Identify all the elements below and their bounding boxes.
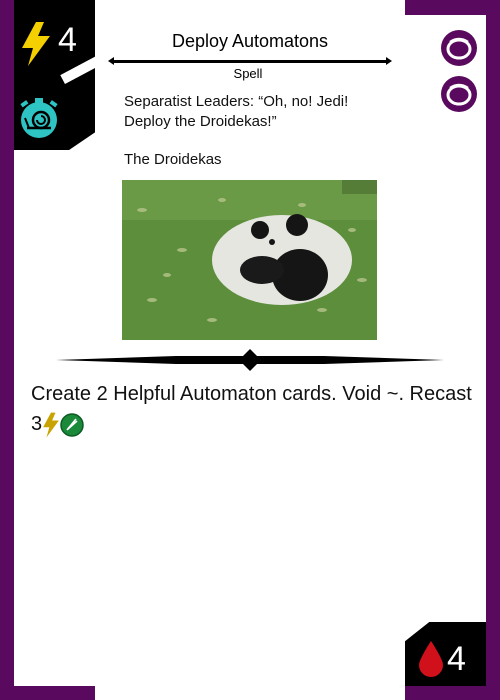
card-frame-bottom-right xyxy=(405,686,500,700)
health-value: 4 xyxy=(447,640,466,678)
rules-divider xyxy=(56,349,444,371)
card-frame-right xyxy=(486,0,500,700)
flavor-caption: The Droidekas xyxy=(124,151,222,168)
purple-swirl-badge-icon xyxy=(441,76,477,112)
rules-text: Create 2 Helpful Automaton cards. Void ~… xyxy=(31,379,481,439)
card-frame-top-right xyxy=(405,0,500,15)
blood-drop-icon xyxy=(419,641,443,677)
snail-stopwatch-icon xyxy=(20,98,58,138)
green-quill-icon xyxy=(60,412,84,437)
lightning-bolt-icon xyxy=(43,412,59,438)
card-type: Spell xyxy=(233,66,263,81)
card-art-image xyxy=(122,180,377,340)
card-frame-left xyxy=(0,0,14,700)
flavor-text: Separatist Leaders: “Oh, no! Jedi! Deplo… xyxy=(124,93,349,130)
card-frame-bottom-left xyxy=(0,686,95,700)
lightning-bolt-icon xyxy=(22,22,50,66)
rules-text-body: Create 2 Helpful Automaton cards. Void ~… xyxy=(31,383,472,435)
cost-value: 4 xyxy=(58,21,77,59)
card-title: Deploy Automatons xyxy=(171,31,329,51)
title-underline xyxy=(108,57,392,65)
purple-swirl-badge-icon xyxy=(441,30,477,66)
